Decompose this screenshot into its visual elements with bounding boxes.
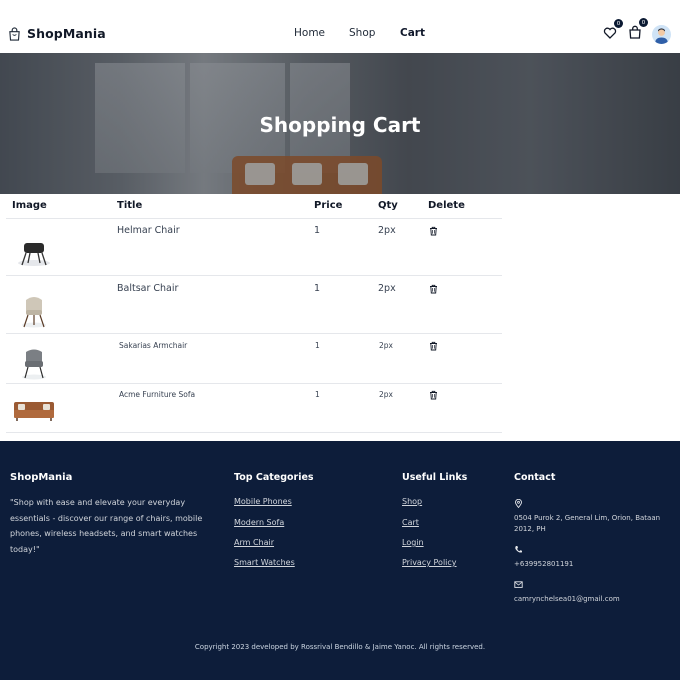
beige-chair-image: [22, 297, 46, 328]
footer-contact-title: Contact: [514, 472, 556, 483]
nav-home-link[interactable]: Home: [294, 27, 325, 39]
footer-categories-title: Top Categories: [234, 472, 314, 483]
product-title[interactable]: Acme Furniture Sofa: [119, 390, 195, 399]
trash-icon[interactable]: [429, 284, 438, 294]
cart-button[interactable]: 0: [628, 18, 648, 40]
footer-copyright: Copyright 2023 developed by Rossrival Be…: [194, 643, 486, 651]
footer-category-link[interactable]: Arm Chair: [234, 538, 274, 547]
footer-phone[interactable]: +639952801191: [514, 559, 573, 570]
wishlist-count-badge: 0: [614, 19, 623, 28]
product-qty: 2px: [379, 341, 393, 350]
footer-tagline: "Shop with ease and elevate your everyda…: [10, 498, 203, 554]
product-title[interactable]: Sakarias Armchair: [119, 341, 187, 350]
product-qty: 2px: [378, 283, 396, 294]
column-header-image: Image: [12, 200, 47, 211]
shopping-bag-icon: [629, 25, 641, 39]
phone-icon: [515, 546, 522, 553]
product-price: 1: [315, 390, 320, 399]
cart-count-badge: 0: [639, 18, 648, 27]
trash-icon[interactable]: [429, 390, 438, 400]
product-title[interactable]: Helmar Chair: [117, 225, 180, 236]
footer-category-link[interactable]: Mobile Phones: [234, 497, 292, 506]
footer-brand: ShopMania: [10, 472, 73, 483]
product-qty: 2px: [378, 225, 396, 236]
table-row: Helmar Chair 1 2px: [6, 219, 502, 276]
column-header-title: Title: [117, 200, 143, 211]
footer-useful-link[interactable]: Privacy Policy: [402, 558, 457, 567]
footer-useful-link[interactable]: Cart: [402, 518, 419, 527]
product-price: 1: [315, 341, 320, 350]
main-nav: Home Shop Cart: [0, 27, 680, 41]
table-row: Sakarias Armchair 1 2px: [6, 334, 502, 384]
trash-icon[interactable]: [429, 226, 438, 236]
product-price: 1: [314, 225, 321, 236]
footer-category-link[interactable]: Smart Watches: [234, 558, 295, 567]
nav-shop-link[interactable]: Shop: [349, 27, 375, 39]
table-header: Image Title Price Qty Delete: [6, 197, 502, 219]
product-price: 1: [314, 283, 321, 294]
site-footer: ShopMania "Shop with ease and elevate yo…: [0, 441, 680, 680]
footer-links-title: Useful Links: [402, 472, 468, 483]
mail-icon: [514, 581, 523, 588]
page-title: Shopping Cart: [259, 113, 421, 137]
site-header: ShopMania Home Shop Cart 0 0: [0, 0, 680, 53]
footer-email[interactable]: camrynchelsea01@gmail.com: [514, 594, 620, 605]
footer-category-link[interactable]: Modern Sofa: [234, 518, 284, 527]
grey-armchair-image: [22, 349, 46, 380]
column-header-price: Price: [314, 200, 343, 211]
cart-table: Image Title Price Qty Delete Helmar Chai…: [6, 197, 502, 433]
brown-sofa-image: [14, 402, 54, 421]
black-chair-image: [18, 243, 50, 266]
footer-address: 0504 Purok 2, General Lim, Orion, Bataan…: [514, 514, 661, 533]
column-header-qty: Qty: [378, 200, 398, 211]
heart-icon: [603, 27, 617, 39]
table-row: Baltsar Chair 1 2px: [6, 276, 502, 334]
footer-useful-link[interactable]: Login: [402, 538, 424, 547]
product-qty: 2px: [379, 390, 393, 399]
trash-icon[interactable]: [429, 341, 438, 351]
user-icon: [655, 28, 668, 44]
footer-useful-link[interactable]: Shop: [402, 497, 422, 506]
hero-banner: Shopping Cart: [0, 53, 680, 194]
user-avatar[interactable]: [652, 25, 671, 44]
column-header-delete: Delete: [428, 200, 465, 211]
wishlist-button[interactable]: 0: [603, 19, 623, 41]
product-title[interactable]: Baltsar Chair: [117, 283, 178, 294]
nav-cart-link[interactable]: Cart: [400, 27, 425, 39]
table-row: Acme Furniture Sofa 1 2px: [6, 384, 502, 433]
location-pin-icon: [515, 499, 522, 508]
